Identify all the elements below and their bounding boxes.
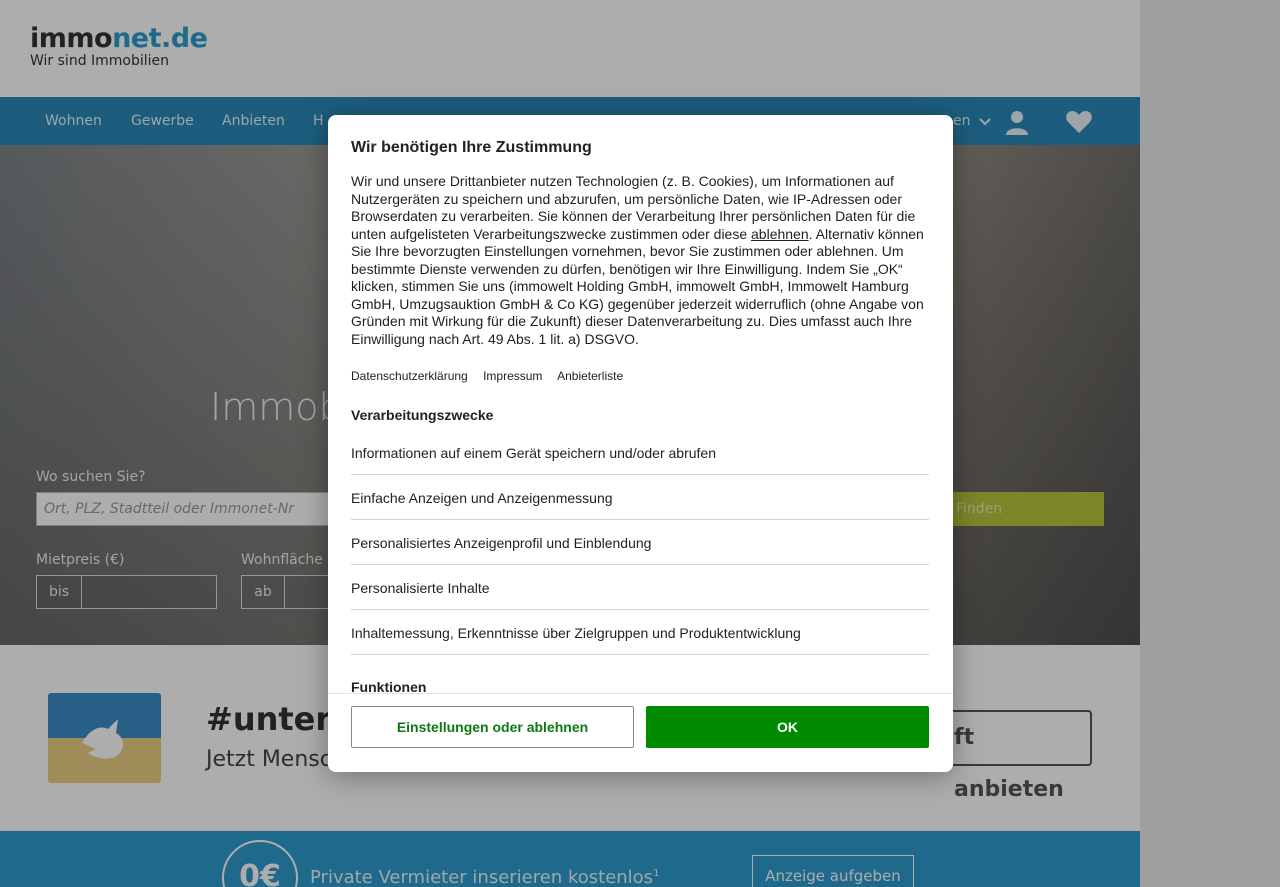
consent-links: Datenschutzerklärung Impressum Anbieterl… bbox=[351, 369, 930, 387]
purpose-item[interactable]: Personalisiertes Anzeigenprofil und Einb… bbox=[351, 520, 929, 565]
consent-title: Wir benötigen Ihre Zustimmung bbox=[351, 139, 592, 156]
consent-scroll-area[interactable]: Wir benötigen Ihre Zustimmung Wir und un… bbox=[328, 115, 953, 693]
consent-dialog: Wir benötigen Ihre Zustimmung Wir und un… bbox=[328, 115, 953, 772]
vendor-list-link[interactable]: Anbieterliste bbox=[557, 369, 623, 383]
privacy-policy-link[interactable]: Datenschutzerklärung bbox=[351, 369, 468, 383]
purpose-item[interactable]: Inhaltemessung, Erkenntnisse über Zielgr… bbox=[351, 610, 929, 655]
ok-button[interactable]: OK bbox=[646, 706, 929, 748]
consent-footer: Einstellungen oder ablehnen OK bbox=[328, 693, 953, 772]
functions-heading: Funktionen bbox=[351, 679, 427, 693]
settings-or-reject-button[interactable]: Einstellungen oder ablehnen bbox=[351, 706, 634, 748]
consent-body-part2: . Alternativ können Sie Ihre bevorzugten… bbox=[351, 225, 924, 347]
purposes-heading: Verarbeitungszwecke bbox=[351, 407, 494, 423]
purpose-item[interactable]: Personalisierte Inhalte bbox=[351, 565, 929, 610]
purpose-list: Informationen auf einem Gerät speichern … bbox=[351, 430, 929, 655]
purpose-item[interactable]: Einfache Anzeigen und Anzeigenmessung bbox=[351, 475, 929, 520]
imprint-link[interactable]: Impressum bbox=[483, 369, 542, 383]
reject-link[interactable]: ablehnen bbox=[751, 226, 809, 242]
consent-body: Wir und unsere Drittanbieter nutzen Tech… bbox=[351, 173, 931, 348]
purpose-item[interactable]: Informationen auf einem Gerät speichern … bbox=[351, 430, 929, 475]
